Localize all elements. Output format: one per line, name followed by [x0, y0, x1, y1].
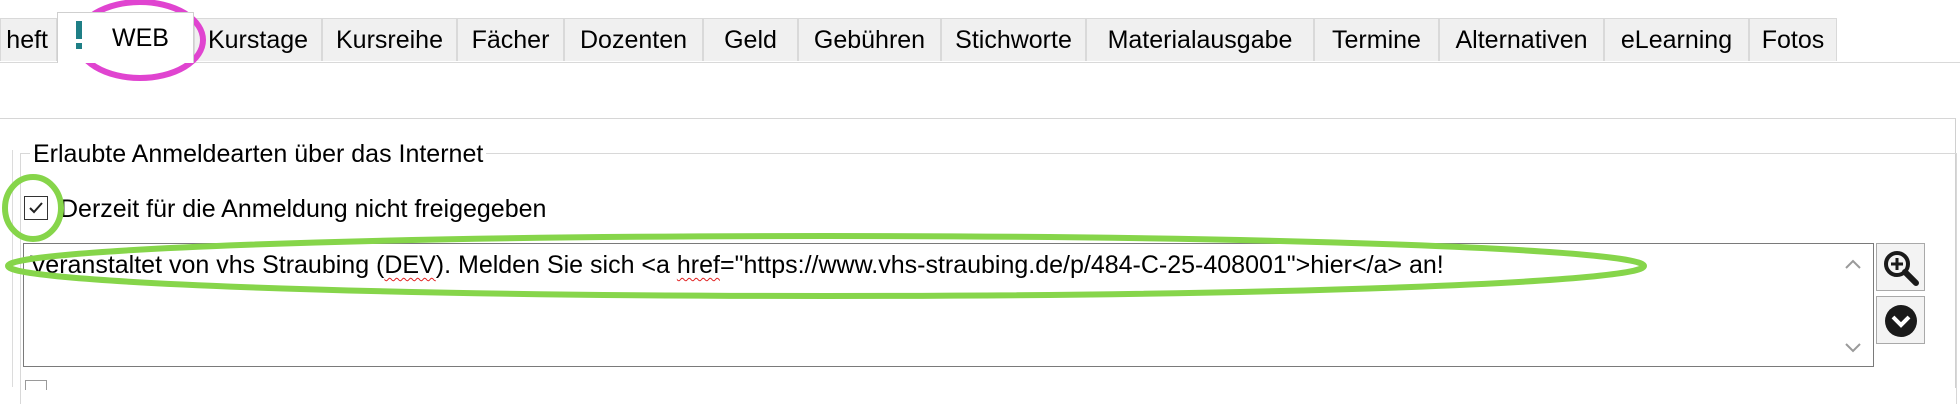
panel-divider	[12, 150, 13, 387]
tab-alternativen[interactable]: Alternativen	[1439, 18, 1604, 61]
spellcheck-word: DEV	[384, 251, 436, 279]
tab-stichworte[interactable]: Stichworte	[941, 18, 1086, 61]
tab-geld[interactable]: Geld	[703, 18, 798, 61]
tab-gebuehren[interactable]: Gebühren	[798, 18, 941, 61]
tab-label: Kursreihe	[336, 26, 443, 54]
registration-note-text: Veranstaltet von vhs Straubing (DEV). Me…	[30, 251, 1444, 279]
zoom-button[interactable]	[1876, 243, 1925, 291]
chevron-down-circle-icon	[1885, 305, 1917, 337]
registration-note-textarea[interactable]: Veranstaltet von vhs Straubing (DEV). Me…	[23, 243, 1874, 367]
tab-label: Geld	[724, 26, 777, 54]
tab-label: Alternativen	[1455, 26, 1588, 54]
tab-elearning[interactable]: eLearning	[1604, 18, 1749, 61]
groupbox-legend: Erlaubte Anmeldearten über das Internet	[30, 139, 487, 169]
tab-label: Fotos	[1761, 26, 1825, 54]
tab-fotos[interactable]: Fotos	[1749, 18, 1837, 61]
partial-checkbox[interactable]	[25, 380, 47, 390]
tab-label: Materialausgabe	[1107, 26, 1293, 54]
tab-label: Fächer	[471, 26, 550, 54]
tab-label: Termine	[1332, 26, 1421, 54]
tab-heft[interactable]: heft	[0, 18, 57, 61]
scroll-up-icon[interactable]	[1843, 256, 1863, 272]
tab-kursreihe[interactable]: Kursreihe	[322, 18, 457, 61]
tab-label: heft	[6, 26, 48, 54]
registration-disabled-label[interactable]: Derzeit für die Anmeldung nicht freigege…	[60, 194, 546, 224]
tab-label: Kurstage	[207, 26, 309, 54]
tab-label: Dozenten	[579, 26, 688, 54]
dropdown-button[interactable]	[1876, 296, 1925, 344]
spellcheck-word: href	[676, 251, 720, 279]
tab-dozenten[interactable]: Dozenten	[564, 18, 703, 61]
checkmark-icon	[29, 202, 43, 214]
tab-label: eLearning	[1620, 26, 1733, 54]
zoom-in-icon	[1884, 251, 1919, 286]
exclamation-icon	[76, 21, 82, 49]
scroll-down-icon[interactable]	[1843, 340, 1863, 356]
registration-disabled-checkbox[interactable]	[24, 196, 48, 220]
tab-label: Gebühren	[813, 26, 926, 54]
tab-web[interactable]: WEB	[57, 12, 194, 63]
tab-label: Stichworte	[955, 26, 1072, 54]
tab-faecher[interactable]: Fächer	[457, 18, 564, 61]
tab-termine[interactable]: Termine	[1314, 18, 1439, 61]
tab-kurstage[interactable]: Kurstage	[194, 18, 322, 61]
tab-label: WEB	[112, 24, 169, 52]
tab-strip: heft WEB Kurstage Kursreihe Fächer Dozen…	[0, 0, 1960, 63]
tab-materialausgabe[interactable]: Materialausgabe	[1086, 18, 1314, 61]
